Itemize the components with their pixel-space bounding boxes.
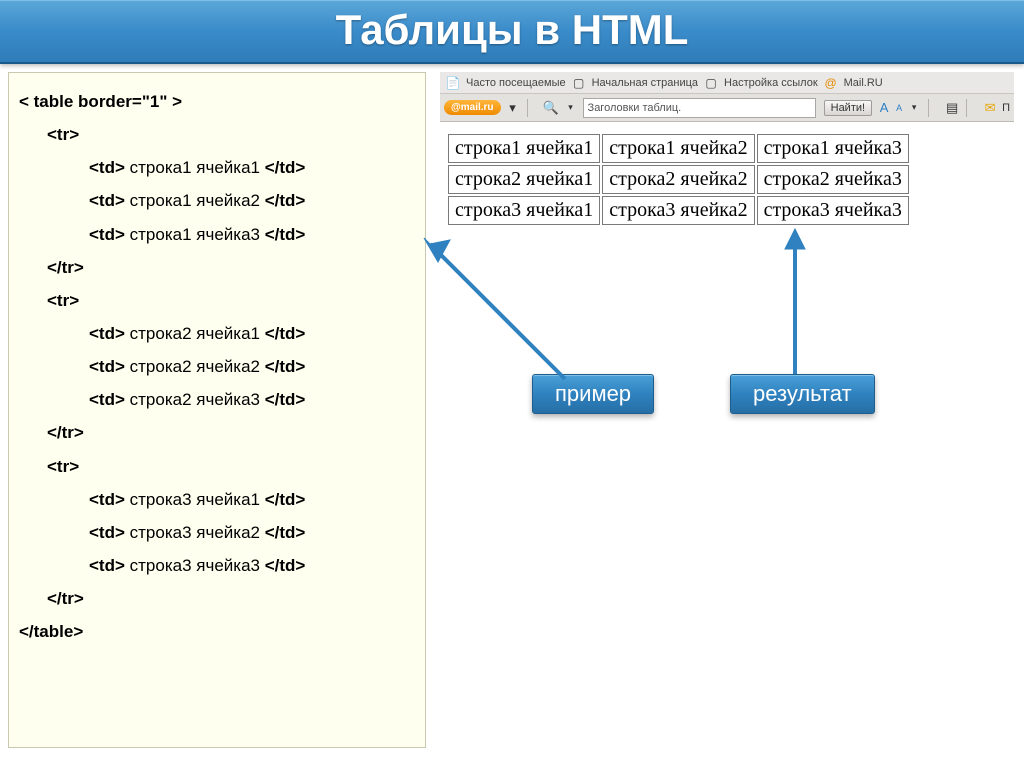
bookmark-item[interactable]: Начальная страница bbox=[592, 77, 698, 89]
table-row: строка2 ячейка1 строка2 ячейка2 строка2 … bbox=[448, 165, 909, 194]
table-row: строка3 ячейка1 строка3 ячейка2 строка3 … bbox=[448, 196, 909, 225]
code-line: <td> строка3 ячейка3 </td> bbox=[89, 549, 415, 582]
rendered-table: строка1 ячейка1 строка1 ячейка2 строка1 … bbox=[446, 132, 911, 227]
at-icon[interactable]: @ bbox=[824, 76, 838, 90]
callout-example: пример bbox=[532, 374, 654, 414]
bookmark-item[interactable]: Настройка ссылок bbox=[724, 77, 818, 89]
code-line: <td> строка2 ячейка1 </td> bbox=[89, 317, 415, 350]
toolbar-trailing-label: П bbox=[1002, 102, 1010, 114]
bookmark-icon[interactable]: ▢ bbox=[704, 76, 718, 90]
page-title: Таблицы в HTML bbox=[336, 6, 689, 53]
search-text: Заголовки таблиц. bbox=[588, 102, 682, 114]
mail-brand-badge[interactable]: @mail.ru bbox=[444, 100, 501, 115]
dropdown-icon[interactable]: ▾ bbox=[563, 100, 579, 116]
table-cell: строка3 ячейка2 bbox=[602, 196, 754, 225]
content-area: < table border="1" > <tr> <td> строка1 я… bbox=[0, 64, 1024, 767]
title-bar: Таблицы в HTML bbox=[0, 0, 1024, 64]
mail-envelope-icon[interactable]: ✉ bbox=[982, 100, 998, 116]
search-icon[interactable]: 🔍 bbox=[543, 100, 559, 116]
find-button[interactable]: Найти! bbox=[824, 100, 872, 116]
code-line: <td> строка1 ячейка3 </td> bbox=[89, 218, 415, 251]
bookmarks-bar: 📄 Часто посещаемые ▢ Начальная страница … bbox=[440, 72, 1014, 94]
separator bbox=[928, 99, 938, 117]
dropdown-icon[interactable]: ▾ bbox=[906, 100, 922, 116]
table-cell: строка3 ячейка3 bbox=[757, 196, 909, 225]
bookmark-icon[interactable]: ▢ bbox=[572, 76, 586, 90]
code-line: </tr> bbox=[47, 416, 415, 449]
code-example-pane: < table border="1" > <tr> <td> строка1 я… bbox=[8, 72, 426, 748]
table-row: строка1 ячейка1 строка1 ячейка2 строка1 … bbox=[448, 134, 909, 163]
callout-result: результат bbox=[730, 374, 875, 414]
bookmark-item[interactable]: Часто посещаемые bbox=[466, 77, 566, 89]
separator bbox=[527, 99, 537, 117]
code-line: </table> bbox=[19, 615, 415, 648]
arrow-to-result bbox=[760, 224, 830, 384]
browser-mock: 📄 Часто посещаемые ▢ Начальная страница … bbox=[440, 72, 1014, 237]
code-line: <tr> bbox=[47, 118, 415, 151]
bookmark-icon[interactable]: 📄 bbox=[446, 76, 460, 90]
bookmark-item[interactable]: Mail.RU bbox=[844, 77, 883, 89]
code-line: <td> строка3 ячейка2 </td> bbox=[89, 516, 415, 549]
code-line: <td> строка2 ячейка3 </td> bbox=[89, 383, 415, 416]
code-line: <td> строка2 ячейка2 </td> bbox=[89, 350, 415, 383]
table-cell: строка1 ячейка1 bbox=[448, 134, 600, 163]
code-line: <tr> bbox=[47, 450, 415, 483]
code-line: <td> строка1 ячейка2 </td> bbox=[89, 184, 415, 217]
arrow-to-code bbox=[400, 214, 590, 394]
code-line: <td> строка3 ячейка1 </td> bbox=[89, 483, 415, 516]
table-cell: строка1 ячейка2 bbox=[602, 134, 754, 163]
table-cell: строка1 ячейка3 bbox=[757, 134, 909, 163]
code-line: </tr> bbox=[47, 251, 415, 284]
page-icon[interactable]: ▤ bbox=[944, 100, 960, 116]
code-line: </tr> bbox=[47, 582, 415, 615]
code-line: <td> строка1 ячейка1 </td> bbox=[89, 151, 415, 184]
rendered-output-area: строка1 ячейка1 строка1 ячейка2 строка1 … bbox=[440, 122, 1014, 237]
code-line: < table border="1" > bbox=[19, 85, 415, 118]
table-cell: строка2 ячейка1 bbox=[448, 165, 600, 194]
table-cell: строка2 ячейка2 bbox=[602, 165, 754, 194]
separator bbox=[966, 99, 976, 117]
browser-toolbar: @mail.ru ▾ 🔍 ▾ Заголовки таблиц. Найти! … bbox=[440, 94, 1014, 122]
table-cell: строка2 ячейка3 bbox=[757, 165, 909, 194]
search-input[interactable]: Заголовки таблиц. bbox=[583, 98, 816, 118]
table-cell: строка3 ячейка1 bbox=[448, 196, 600, 225]
fontsize-icon[interactable]: A bbox=[876, 100, 892, 116]
code-line: <tr> bbox=[47, 284, 415, 317]
dropdown-icon[interactable]: ▾ bbox=[505, 100, 521, 116]
